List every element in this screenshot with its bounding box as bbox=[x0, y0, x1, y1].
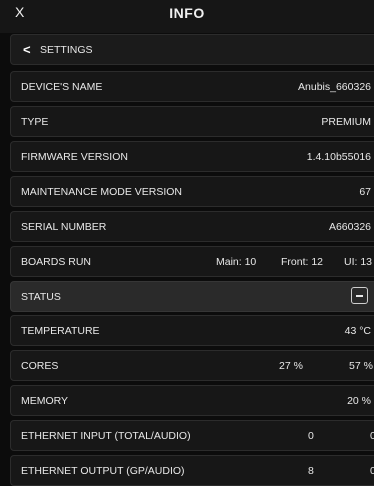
boards-run-row: BOARDS RUN Main: 10 Front: 12 UI: 13 bbox=[10, 246, 374, 277]
status-label: STATUS bbox=[21, 291, 61, 303]
cores-row: CORES 27 % 57 % bbox=[10, 350, 374, 381]
top-bar: X INFO bbox=[0, 0, 374, 33]
temperature-value: 43 °C bbox=[344, 325, 371, 337]
ethernet-input-row: ETHERNET INPUT (TOTAL/AUDIO) 0 0 bbox=[10, 420, 374, 451]
boards-front-value: Front: 12 bbox=[281, 256, 324, 268]
memory-row: MEMORY 20 % bbox=[10, 385, 374, 416]
firmware-row: FIRMWARE VERSION 1.4.10b55016 bbox=[10, 141, 374, 172]
boards-run-label: BOARDS RUN bbox=[21, 256, 92, 268]
device-name-row: DEVICE'S NAME Anubis_660326 bbox=[10, 71, 374, 102]
core-1-value: 27 % bbox=[279, 360, 303, 372]
status-section-header[interactable]: STATUS bbox=[10, 281, 374, 312]
minus-icon bbox=[356, 295, 363, 297]
boards-main-value: Main: 10 bbox=[216, 256, 257, 268]
boards-ui-value: UI: 13 bbox=[344, 256, 373, 268]
chevron-left-icon: < bbox=[23, 42, 31, 57]
collapse-button[interactable] bbox=[351, 287, 368, 304]
maintenance-label: MAINTENANCE MODE VERSION bbox=[21, 186, 183, 198]
ethernet-input-audio-value: 0 bbox=[370, 430, 374, 442]
memory-value: 20 % bbox=[347, 395, 371, 407]
back-to-settings-button[interactable]: < SETTINGS bbox=[10, 34, 374, 65]
ethernet-output-audio-value: 0 bbox=[370, 465, 374, 477]
memory-label: MEMORY bbox=[21, 395, 69, 407]
temperature-label: TEMPERATURE bbox=[21, 325, 100, 337]
page-title: INFO bbox=[169, 5, 205, 21]
core-2-value: 57 % bbox=[349, 360, 373, 372]
back-label: SETTINGS bbox=[40, 44, 93, 56]
ethernet-output-label: ETHERNET OUTPUT (GP/AUDIO) bbox=[21, 465, 185, 477]
device-name-label: DEVICE'S NAME bbox=[21, 81, 103, 93]
maintenance-value: 67 bbox=[359, 186, 371, 198]
temperature-row: TEMPERATURE 43 °C bbox=[10, 315, 374, 346]
ethernet-output-gp-value: 8 bbox=[308, 465, 314, 477]
serial-label: SERIAL NUMBER bbox=[21, 221, 107, 233]
ethernet-input-label: ETHERNET INPUT (TOTAL/AUDIO) bbox=[21, 430, 191, 442]
firmware-value: 1.4.10b55016 bbox=[306, 151, 371, 163]
type-row: TYPE PREMIUM bbox=[10, 106, 374, 137]
device-name-value: Anubis_660326 bbox=[298, 81, 371, 93]
type-value: PREMIUM bbox=[321, 116, 371, 128]
maintenance-row: MAINTENANCE MODE VERSION 67 bbox=[10, 176, 374, 207]
serial-row: SERIAL NUMBER A660326 bbox=[10, 211, 374, 242]
ethernet-output-row: ETHERNET OUTPUT (GP/AUDIO) 8 0 bbox=[10, 455, 374, 486]
firmware-label: FIRMWARE VERSION bbox=[21, 151, 128, 163]
type-label: TYPE bbox=[21, 116, 49, 128]
serial-value: A660326 bbox=[328, 221, 371, 233]
cores-label: CORES bbox=[21, 360, 59, 372]
ethernet-input-total-value: 0 bbox=[308, 430, 314, 442]
